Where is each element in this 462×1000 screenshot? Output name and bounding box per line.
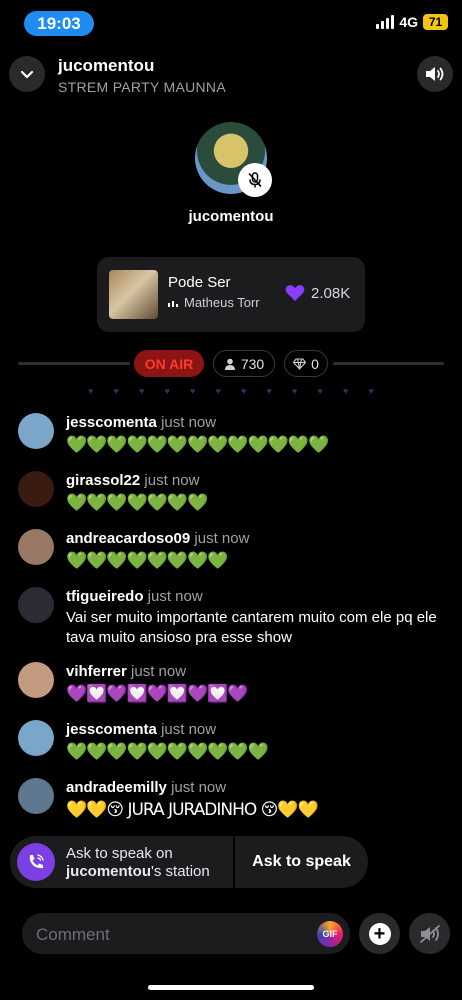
commenter-avatar[interactable] xyxy=(18,662,54,698)
divider-right xyxy=(333,362,444,365)
comment-body: jesscomenta just now 💚💚💚💚💚💚💚💚💚💚 xyxy=(66,720,458,763)
speaker-icon xyxy=(426,67,444,81)
comment-body: andradeemilly just now 💛💛😚 JURA JURADINHO… xyxy=(66,778,458,821)
host-name: jucomentou xyxy=(188,208,274,225)
ask-station-name: jucomentou xyxy=(66,863,151,880)
comment-username[interactable]: vihferrer xyxy=(66,663,127,680)
comment-body: jesscomenta just now 💚💚💚💚💚💚💚💚💚💚💚💚💚 xyxy=(66,413,458,456)
floating-hearts: ♥ ♥ ♥ ♥ ♥ ♥ ♥ ♥ ♥ ♥ ♥ ♥ xyxy=(88,386,374,396)
divider-left xyxy=(18,362,130,365)
comment-time: just now xyxy=(194,530,250,547)
room-subtitle: STREM PARTY MAUNNA xyxy=(58,79,226,95)
room-title: jucomentou xyxy=(58,56,155,75)
gif-button[interactable]: GIF xyxy=(317,921,343,947)
battery-level: 71 xyxy=(423,14,448,30)
like-count-value: 2.08K xyxy=(311,284,351,302)
heart-icon xyxy=(285,285,305,301)
comment-header: vihferrer just now xyxy=(66,662,458,682)
comment-text: 💜💟💜💟💜💟💜💟💜 xyxy=(66,684,249,704)
song-artist: Matheus Torr xyxy=(168,295,273,310)
mic-off-icon xyxy=(248,172,262,188)
comment-text: 💚💚💚💚💚💚💚💚💚💚 xyxy=(66,742,269,762)
comment-username[interactable]: andradeemilly xyxy=(66,779,167,796)
comment-header: jesscomenta just now xyxy=(66,720,458,740)
now-playing-card[interactable]: Pode Ser Matheus Torr 2.08K xyxy=(97,257,365,332)
viewer-count-value: 730 xyxy=(240,355,265,372)
comment-text: 💚💚💚💚💚💚💚💚💚💚💚💚💚 xyxy=(66,435,329,455)
comment-text: Vai ser muito importante cantarem muito … xyxy=(66,609,437,646)
comment-body: girassol22 just now 💚💚💚💚💚💚💚 xyxy=(66,471,458,514)
comment-header: tfigueiredo just now xyxy=(66,587,458,607)
commenter-avatar[interactable] xyxy=(18,529,54,565)
person-icon xyxy=(224,358,235,370)
volume-button[interactable] xyxy=(417,56,453,92)
ask-to-speak-text: Ask to speak on jucomentou's station xyxy=(66,845,210,881)
ask-station-suffix: 's station xyxy=(151,863,210,880)
ask-to-speak-icon[interactable] xyxy=(17,843,55,881)
comment-header: andreacardoso09 just now xyxy=(66,529,458,549)
comment-body: tfigueiredo just now Vai ser muito import… xyxy=(66,587,458,648)
ask-to-speak-button[interactable]: Ask to speak xyxy=(235,836,368,888)
diamond-icon xyxy=(293,357,307,370)
comment-username[interactable]: girassol22 xyxy=(66,472,140,489)
comment-body: andreacardoso09 just now 💚💚💚💚💚💚💚💚 xyxy=(66,529,458,572)
song-title: Pode Ser xyxy=(168,274,231,291)
comment-header: jesscomenta just now xyxy=(66,413,458,433)
album-art xyxy=(109,270,158,319)
comment-time: just now xyxy=(161,721,217,738)
plus-icon: + xyxy=(368,922,391,945)
status-indicators: 4G 71 xyxy=(376,14,448,30)
home-indicator xyxy=(148,985,314,990)
commenter-avatar[interactable] xyxy=(18,587,54,623)
equalizer-icon xyxy=(168,301,178,307)
commenter-avatar[interactable] xyxy=(18,413,54,449)
chevron-down-icon xyxy=(20,70,34,79)
on-air-badge: ON AIR xyxy=(134,350,204,377)
artist-name: Matheus Torr xyxy=(184,295,260,310)
comment-time: just now xyxy=(147,588,203,605)
speaker-wave-icon xyxy=(419,924,440,943)
comment-username[interactable]: andreacardoso09 xyxy=(66,530,190,547)
viewer-count[interactable]: 730 xyxy=(213,350,275,377)
gem-count-value: 0 xyxy=(311,355,319,372)
signal-icon xyxy=(376,15,395,29)
ask-to-speak-bar: Ask to speak on jucomentou's station Ask… xyxy=(10,836,368,888)
comment-time: just now xyxy=(144,472,200,489)
comment-text: 💚💚💚💚💚💚💚💚 xyxy=(66,551,228,571)
comment-text: 💚💚💚💚💚💚💚 xyxy=(66,493,208,513)
gem-count[interactable]: 0 xyxy=(284,350,328,377)
collapse-button[interactable] xyxy=(9,56,45,92)
commenter-avatar[interactable] xyxy=(18,720,54,756)
comment-box: GIF xyxy=(22,913,350,956)
ask-line-2: jucomentou's station xyxy=(66,863,210,881)
comment-username[interactable]: jesscomenta xyxy=(66,414,157,431)
speaker-toggle-button[interactable] xyxy=(409,913,450,954)
comment-header: andradeemilly just now xyxy=(66,778,458,798)
ask-line-1: Ask to speak on xyxy=(66,845,173,862)
muted-badge xyxy=(238,163,272,197)
like-count[interactable]: 2.08K xyxy=(285,284,350,302)
comment-time: just now xyxy=(171,779,227,796)
comment-time: just now xyxy=(161,414,217,431)
commenter-avatar[interactable] xyxy=(18,471,54,507)
comment-text: 💛💛😚 JURA JURADINHO 😚💛💛 xyxy=(66,800,319,820)
commenter-avatar[interactable] xyxy=(18,778,54,814)
phone-wave-icon xyxy=(29,854,44,869)
comment-username[interactable]: tfigueiredo xyxy=(66,588,144,605)
network-type: 4G xyxy=(399,14,418,30)
comment-input[interactable] xyxy=(34,913,308,956)
add-button[interactable]: + xyxy=(359,913,400,954)
comment-username[interactable]: jesscomenta xyxy=(66,721,157,738)
comment-header: girassol22 just now xyxy=(66,471,458,491)
status-time: 19:03 xyxy=(24,11,94,36)
comment-body: vihferrer just now 💜💟💜💟💜💟💜💟💜 xyxy=(66,662,458,705)
comment-time: just now xyxy=(131,663,187,680)
